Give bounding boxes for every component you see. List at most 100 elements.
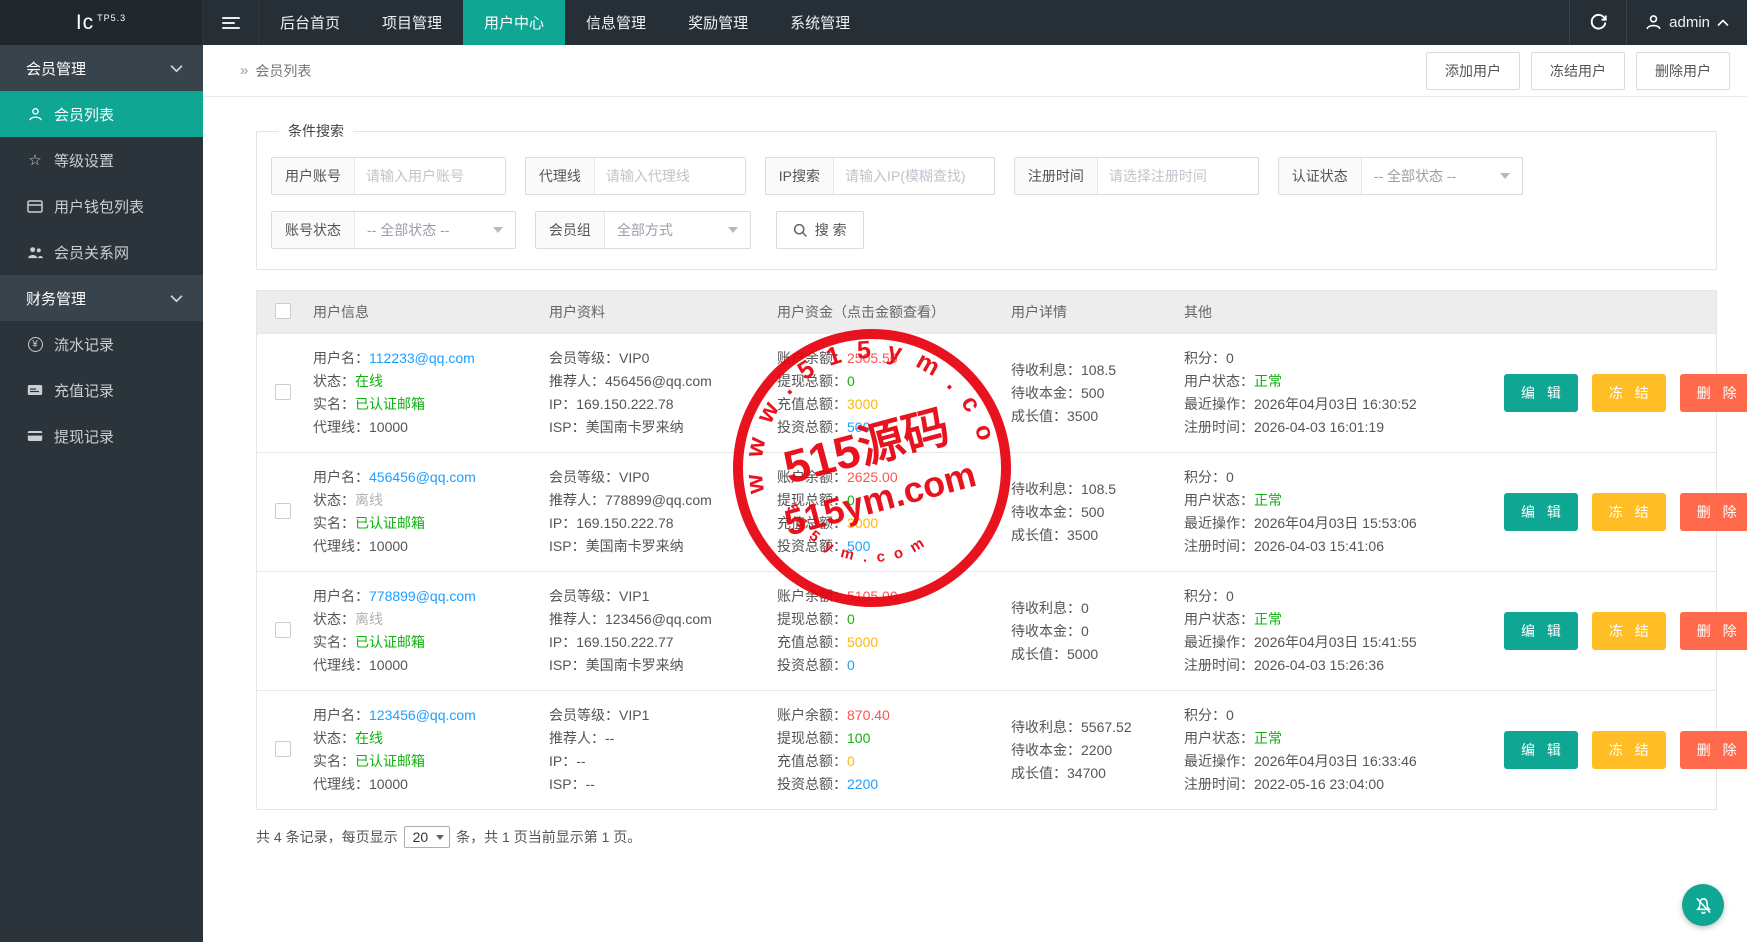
recharge-amount-link[interactable]: 5000 — [847, 634, 878, 650]
balance-amount-link[interactable]: 5105.00 — [847, 588, 898, 604]
delete-button[interactable]: 删 除 — [1679, 731, 1747, 769]
table-row: 用户名：123456@qq.com 状态：在线 实名：已认证邮箱 代理线：100… — [257, 690, 1747, 809]
balance-amount-link[interactable]: 870.40 — [847, 707, 890, 723]
sidebar-item-transaction-log[interactable]: ¥ 流水记录 — [0, 321, 203, 367]
table-row: 用户名：778899@qq.com 状态：离线 实名：已认证邮箱 代理线：100… — [257, 571, 1747, 690]
member-level: VIP1 — [619, 588, 650, 604]
username-link[interactable]: 456456@qq.com — [369, 469, 476, 485]
delete-button[interactable]: 删 除 — [1679, 374, 1747, 412]
yen-circle-icon: ¥ — [26, 336, 44, 352]
nav-item-home[interactable]: 后台首页 — [259, 0, 361, 45]
sidebar-group-finance[interactable]: 财务管理 — [0, 275, 203, 321]
withdraw-amount-link[interactable]: 0 — [847, 611, 855, 627]
nav-item-rewards[interactable]: 奖励管理 — [667, 0, 769, 45]
invest-amount-link[interactable]: 500 — [847, 538, 870, 554]
notification-float-button[interactable] — [1682, 884, 1724, 926]
edit-button[interactable]: 编 辑 — [1504, 612, 1578, 650]
register-time-value: 2022-05-16 23:04:00 — [1254, 776, 1384, 792]
credit-card-icon — [26, 430, 44, 442]
caret-down-icon — [493, 227, 503, 233]
nav-item-system[interactable]: 系统管理 — [769, 0, 871, 45]
delete-user-button[interactable]: 删除用户 — [1636, 51, 1730, 90]
freeze-button[interactable]: 冻 结 — [1591, 374, 1666, 412]
top-navbar: Ic TP5.3 后台首页 项目管理 用户中心 信息管理 奖励管理 系统管理 a… — [0, 0, 1747, 45]
agent-line-input[interactable] — [594, 158, 745, 194]
growth-value: 3500 — [1067, 407, 1099, 424]
pending-interest: 108.5 — [1081, 361, 1117, 378]
select-all-checkbox[interactable] — [275, 302, 291, 319]
regtime-field-group: 注册时间 — [1013, 157, 1259, 195]
register-time-value: 2026-04-03 15:26:36 — [1254, 657, 1384, 673]
nav-item-info[interactable]: 信息管理 — [565, 0, 667, 45]
chevron-down-icon — [170, 294, 183, 302]
register-time-input[interactable] — [1097, 158, 1258, 194]
pending-principal: 0 — [1081, 622, 1089, 639]
add-user-button[interactable]: 添加用户 — [1426, 51, 1520, 90]
invest-amount-link[interactable]: 0 — [847, 657, 855, 673]
sidebar-group-members[interactable]: 会员管理 — [0, 45, 203, 91]
edit-button[interactable]: 编 辑 — [1504, 374, 1578, 412]
sidebar-item-recharge-log[interactable]: 充值记录 — [0, 367, 203, 413]
search-icon — [793, 223, 807, 237]
nav-item-user-center[interactable]: 用户中心 — [463, 0, 566, 45]
member-level: VIP1 — [619, 707, 650, 723]
header-user-detail: 用户详情 — [1011, 304, 1067, 320]
withdraw-amount-link[interactable]: 0 — [847, 373, 855, 389]
register-time-value: 2026-04-03 15:41:06 — [1254, 538, 1384, 554]
row-checkbox[interactable] — [275, 383, 291, 400]
row-checkbox[interactable] — [275, 740, 291, 757]
auth-status-select[interactable]: -- 全部状态 -- — [1362, 158, 1522, 194]
user-status: 正常 — [1254, 492, 1282, 508]
breadcrumb-icon: » — [240, 62, 249, 79]
online-status: 在线 — [355, 373, 383, 389]
online-status: 在线 — [355, 730, 383, 746]
withdraw-amount-link[interactable]: 0 — [847, 492, 855, 508]
realname-status: 已认证邮箱 — [355, 753, 425, 769]
username-link[interactable]: 123456@qq.com — [369, 707, 476, 723]
delete-button[interactable]: 删 除 — [1679, 612, 1747, 650]
sidebar-item-member-list[interactable]: 会员列表 — [0, 91, 203, 137]
search-button[interactable]: 搜 索 — [775, 211, 864, 249]
recharge-amount-link[interactable]: 3000 — [847, 515, 878, 531]
header-user-profile: 用户资料 — [549, 304, 605, 320]
sidebar-item-wallet-list[interactable]: 用户钱包列表 — [0, 183, 203, 229]
edit-button[interactable]: 编 辑 — [1504, 493, 1578, 531]
sidebar-item-member-network[interactable]: 会员关系网 — [0, 229, 203, 275]
account-input[interactable] — [355, 158, 505, 194]
freeze-button[interactable]: 冻 结 — [1591, 612, 1666, 650]
sidebar-toggle-icon[interactable] — [203, 0, 259, 45]
invest-amount-link[interactable]: 2200 — [847, 776, 878, 792]
balance-amount-link[interactable]: 2625.00 — [847, 469, 898, 485]
freeze-button[interactable]: 冻 结 — [1591, 493, 1666, 531]
withdraw-amount-link[interactable]: 100 — [847, 730, 870, 746]
refresh-button[interactable] — [1569, 0, 1628, 45]
isp-value: 美国南卡罗来纳 — [585, 657, 684, 673]
delete-button[interactable]: 删 除 — [1679, 493, 1747, 531]
invest-amount-link[interactable]: 500 — [847, 419, 870, 435]
page-size-select[interactable]: 20 — [403, 826, 451, 848]
sidebar-item-withdraw-log[interactable]: 提现记录 — [0, 413, 203, 459]
app-logo: Ic TP5.3 — [0, 0, 203, 45]
recharge-amount-link[interactable]: 3000 — [847, 396, 878, 412]
username-link[interactable]: 778899@qq.com — [369, 588, 476, 604]
nav-item-projects[interactable]: 项目管理 — [361, 0, 463, 45]
sidebar: 会员管理 会员列表 ☆ 等级设置 用户钱包列表 会员关系网 财务管理 ¥ 流水记… — [0, 45, 203, 942]
referrer-value: 456456@qq.com — [605, 373, 712, 389]
freeze-button[interactable]: 冻 结 — [1591, 731, 1666, 769]
balance-amount-link[interactable]: 2505.50 — [847, 350, 898, 366]
last-operation-time: 2026年04月03日 16:33:46 — [1254, 753, 1417, 769]
recharge-amount-link[interactable]: 0 — [847, 753, 855, 769]
row-checkbox[interactable] — [275, 621, 291, 638]
caret-down-icon — [1499, 173, 1510, 179]
freeze-user-button[interactable]: 冻结用户 — [1531, 51, 1625, 90]
member-group-select[interactable]: 全部方式 — [605, 212, 750, 248]
pending-interest: 0 — [1081, 599, 1089, 616]
username-link[interactable]: 112233@qq.com — [369, 350, 475, 366]
edit-button[interactable]: 编 辑 — [1504, 731, 1578, 769]
row-checkbox[interactable] — [275, 502, 291, 519]
ip-search-input[interactable] — [834, 158, 995, 194]
agent-line-value: 10000 — [369, 538, 408, 554]
account-state-select[interactable]: -- 全部状态 -- — [355, 212, 515, 248]
sidebar-item-level-settings[interactable]: ☆ 等级设置 — [0, 137, 203, 183]
user-menu[interactable]: admin — [1627, 0, 1747, 45]
